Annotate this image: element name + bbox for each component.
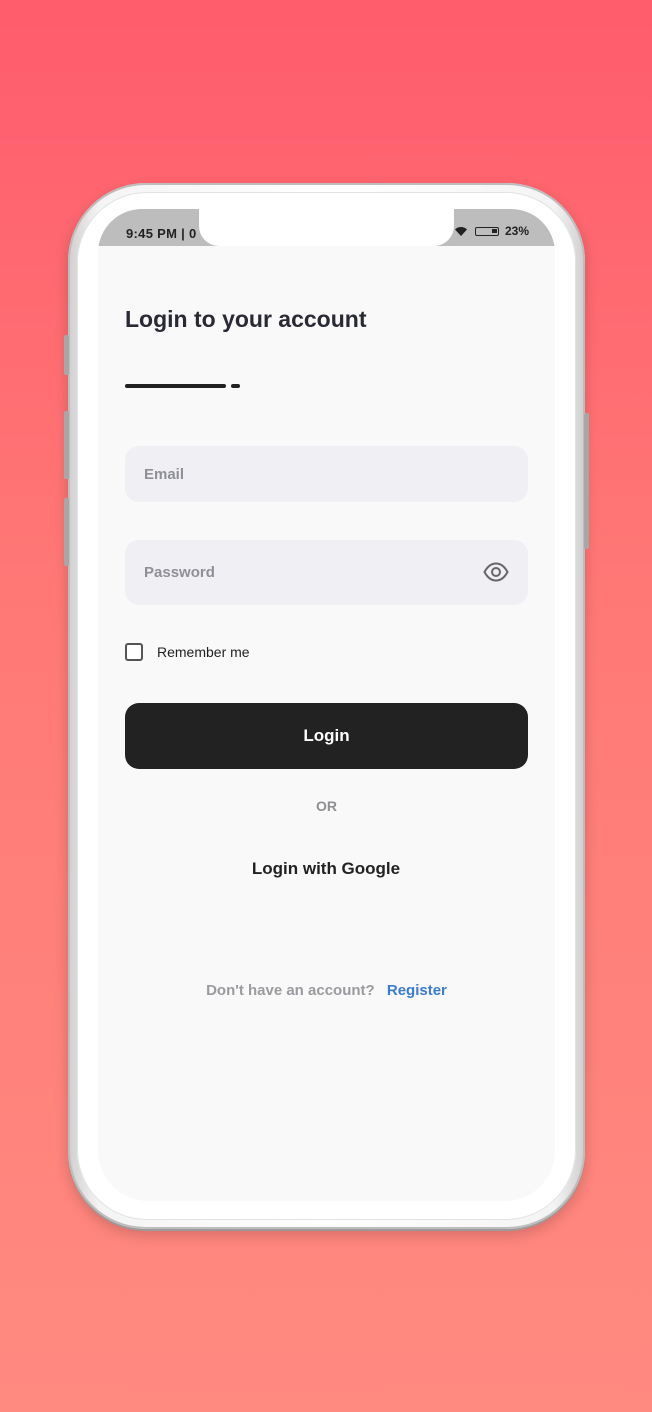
volume-up-button [64,411,69,479]
register-link[interactable]: Register [387,982,447,999]
remember-me-toggle[interactable]: Remember me [125,643,250,661]
wifi-icon [453,225,469,237]
register-row: Don't have an account? Register [98,982,555,999]
title-underline-dot [231,384,240,388]
status-time: 9:45 PM | 0 [126,226,197,241]
login-button[interactable]: Login [125,703,528,769]
phone-screen: 9:45 PM | 0 23% Login to your account Em… [98,209,555,1201]
battery-level: 23% [504,224,529,238]
status-indicators: 23% [453,224,529,238]
email-input[interactable] [125,446,528,502]
title-underline [125,384,226,388]
password-input[interactable] [125,540,528,605]
or-divider: OR [316,798,337,814]
password-field[interactable] [125,540,528,605]
email-field[interactable] [125,446,528,502]
page-title: Login to your account [125,306,367,332]
eye-icon[interactable] [483,561,509,583]
power-button [584,413,589,549]
remember-me-label: Remember me [157,644,250,660]
volume-down-button [64,498,69,566]
mute-switch [64,335,69,375]
login-with-google-button[interactable]: Login with Google [226,859,426,879]
register-prompt: Don't have an account? [206,982,375,999]
notch [199,209,454,246]
battery-icon [474,226,499,236]
phone-frame: 9:45 PM | 0 23% Login to your account Em… [64,183,589,1229]
checkbox-icon[interactable] [125,643,143,661]
